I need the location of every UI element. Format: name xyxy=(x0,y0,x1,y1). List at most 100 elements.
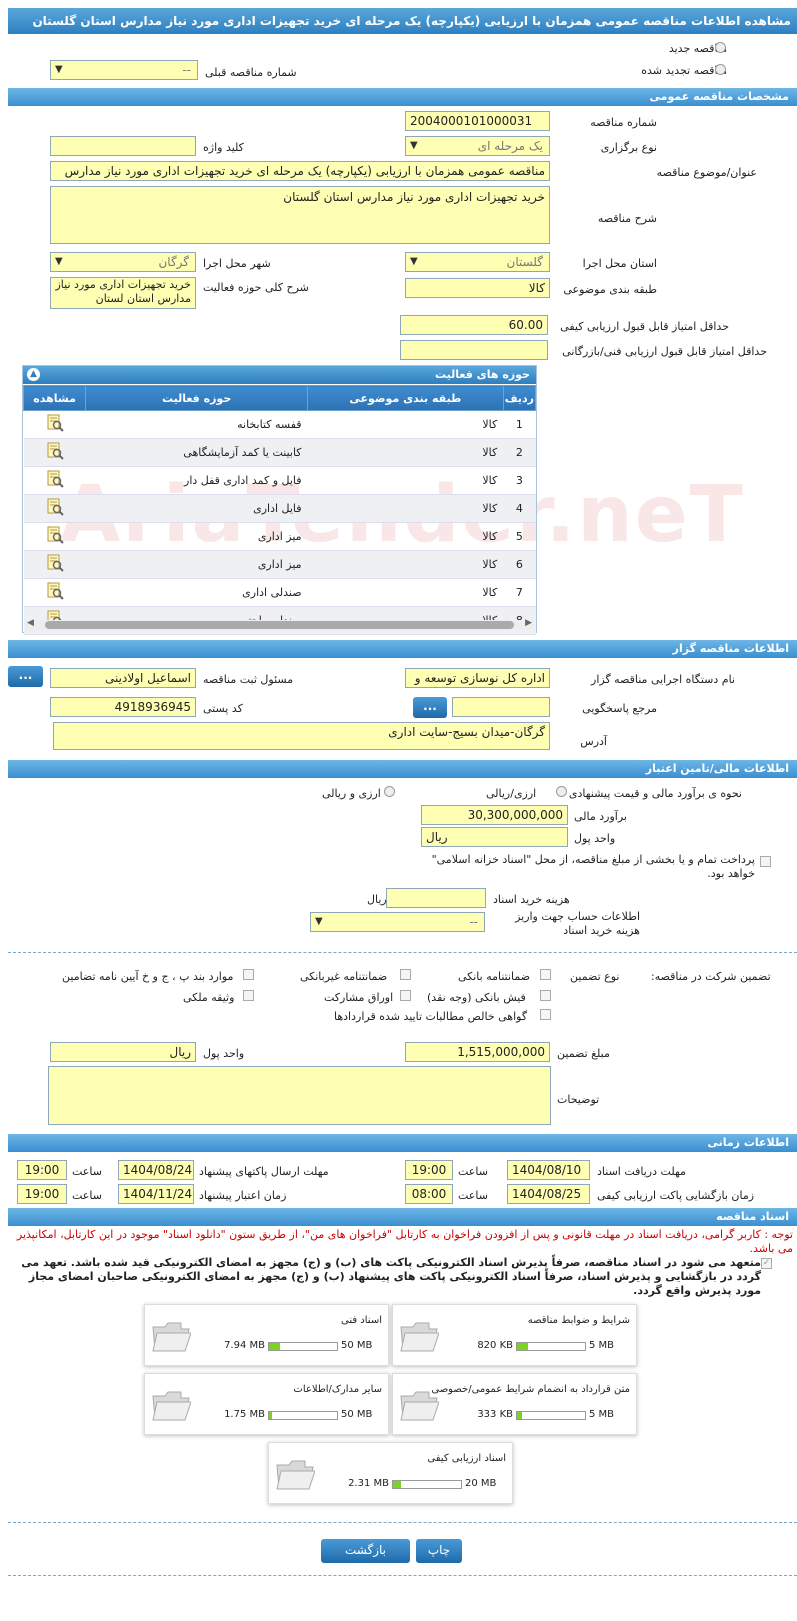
send-time[interactable]: 19:00 xyxy=(17,1160,67,1180)
view-document-icon[interactable] xyxy=(45,526,65,544)
document-card[interactable]: اسناد ارزیابی کیفی 2.31 MB 20 MB xyxy=(268,1442,513,1504)
method-label: نحوه ی برآورد مالی و قیمت پیشنهادی xyxy=(568,787,742,800)
row-view xyxy=(23,550,86,579)
row-field: میز اداری xyxy=(85,522,308,551)
receive-date[interactable]: 1404/08/10 xyxy=(507,1160,590,1180)
treasury-checkbox[interactable] xyxy=(760,856,771,867)
account-select[interactable]: ▼ -- xyxy=(310,912,485,932)
document-size: 2.31 MB xyxy=(348,1478,389,1489)
category-field[interactable]: کالا xyxy=(405,278,550,298)
document-name: سایر مدارک/اطلاعات xyxy=(293,1384,382,1395)
section-documents: اسناد مناقصه xyxy=(8,1208,797,1226)
document-card[interactable]: سایر مدارک/اطلاعات 1.75 MB 50 MB xyxy=(144,1373,389,1435)
subject-field[interactable]: مناقصه عمومی همزمان با ارزیابی (یکپارچه)… xyxy=(50,161,550,181)
view-document-icon[interactable] xyxy=(45,554,65,572)
commit-checkbox[interactable]: ✓ xyxy=(761,1258,772,1269)
prev-number-label: شماره مناقصه قبلی xyxy=(205,66,297,79)
scroll-right-icon[interactable]: ▶ xyxy=(525,618,532,628)
view-document-icon[interactable] xyxy=(45,498,65,516)
horizontal-scrollbar[interactable]: ◀ ▶ xyxy=(25,618,534,630)
document-card[interactable]: اسناد فنی 7.94 MB 50 MB xyxy=(144,1304,389,1366)
row-view xyxy=(23,494,86,523)
min-quality-label: حداقل امتیاز قابل قبول ارزیابی کیفی xyxy=(560,320,729,333)
window-title: مشاهده اطلاعات مناقصه عمومی همزمان با ار… xyxy=(8,8,797,34)
view-document-icon[interactable] xyxy=(45,414,65,432)
chk-bonds[interactable] xyxy=(400,990,411,1001)
row-number: 7 xyxy=(503,578,536,607)
unit-field[interactable]: ریال xyxy=(421,827,568,847)
document-card[interactable]: شرایط و ضوابط مناقصه 820 KB 5 MB xyxy=(392,1304,637,1366)
row-field: فایل و کمد اداری قفل دار xyxy=(85,466,308,495)
view-document-icon[interactable] xyxy=(45,442,65,460)
keyword-field[interactable] xyxy=(50,136,196,156)
responsible-label: مسئول ثبت مناقصه xyxy=(203,673,294,686)
prev-number-select[interactable]: ▼ -- xyxy=(50,60,198,80)
document-name: شرایط و ضوابط مناقصه xyxy=(527,1315,630,1326)
back-button[interactable]: بازگشت xyxy=(321,1539,410,1563)
upload-progress xyxy=(268,1411,338,1420)
folder-icon xyxy=(152,1391,191,1421)
row-number: 3 xyxy=(503,466,536,495)
row-number: 2 xyxy=(503,438,536,467)
chk-property[interactable] xyxy=(243,990,254,1001)
valid-date[interactable]: 1404/11/24 xyxy=(118,1184,194,1204)
divider xyxy=(8,1522,797,1523)
col-view: مشاهده xyxy=(22,385,87,411)
activity-field[interactable]: خرید تجهیزات اداری مورد نیاز مدارس استان… xyxy=(50,277,196,309)
doc-cost-field[interactable] xyxy=(386,888,486,908)
min-tech-field[interactable] xyxy=(400,340,548,360)
view-document-icon[interactable] xyxy=(45,470,65,488)
estimate-field[interactable]: 30,300,000,000 xyxy=(421,805,568,825)
chk-cash-label: فیش بانکی (وجه نقد) xyxy=(427,991,526,1004)
city-select[interactable]: ▼ گرگان xyxy=(50,252,196,272)
more-button[interactable]: ... xyxy=(8,666,43,687)
postal-field[interactable]: 4918936945 xyxy=(50,697,196,717)
print-button[interactable]: چاپ xyxy=(416,1539,462,1563)
activities-panel: حوزه های فعالیت ▲ ردیف طبقه بندی موضوعی … xyxy=(22,365,537,635)
amount-field[interactable]: 1,515,000,000 xyxy=(405,1042,550,1062)
org-field[interactable]: اداره کل نوسازی توسعه و xyxy=(405,668,550,688)
open-time[interactable]: 08:00 xyxy=(405,1184,453,1204)
progress-fill xyxy=(517,1343,528,1350)
responsible-field[interactable]: اسماعیل اولادینی xyxy=(50,668,196,688)
radio-method-2-label: ارزی و ریالی xyxy=(322,787,381,800)
notes-field[interactable] xyxy=(48,1066,551,1125)
scrollbar-thumb[interactable] xyxy=(45,621,514,629)
min-quality-field[interactable]: 60.00 xyxy=(400,315,548,335)
chk-clauses-label: موارد بند پ ، ج و خ آیین نامه تضامین xyxy=(62,970,234,983)
send-date[interactable]: 1404/08/24 xyxy=(118,1160,194,1180)
chk-claims[interactable] xyxy=(540,1009,551,1020)
open-date[interactable]: 1404/08/25 xyxy=(507,1184,590,1204)
radio-renewed[interactable] xyxy=(715,64,726,75)
document-size: 333 KB xyxy=(477,1409,513,1420)
open-label: زمان بازگشایی پاکت ارزیابی کیفی xyxy=(597,1189,755,1202)
collapse-icon[interactable]: ▲ xyxy=(27,368,40,381)
valid-time[interactable]: 19:00 xyxy=(17,1184,67,1204)
province-select[interactable]: ▼ گلستان xyxy=(405,252,550,272)
chk-cash[interactable] xyxy=(540,990,551,1001)
holding-select[interactable]: ▼ یک مرحله ای xyxy=(405,136,550,156)
address-field[interactable]: گرگان-میدان بسیج-سایت اداری xyxy=(53,722,550,750)
guarantee-unit-field[interactable]: ریال xyxy=(50,1042,196,1062)
table-row: 7 کالا صندلی اداری xyxy=(23,578,536,607)
radio-method-1[interactable] xyxy=(556,786,567,797)
chk-nonbank-guarantee[interactable] xyxy=(400,969,411,980)
document-max-size: 5 MB xyxy=(589,1409,615,1420)
desc-field[interactable]: خرید تجهیزات اداری مورد نیاز مدارس استان… xyxy=(50,186,550,244)
view-document-icon[interactable] xyxy=(45,582,65,600)
chk-clauses[interactable] xyxy=(243,969,254,980)
row-field: کابینت یا کمد آزمایشگاهی xyxy=(85,438,308,467)
table-row: 3 کالا فایل و کمد اداری قفل دار xyxy=(23,466,536,495)
scroll-left-icon[interactable]: ◀ xyxy=(27,618,34,628)
radio-new[interactable] xyxy=(715,42,726,53)
send-time-label: ساعت xyxy=(72,1165,102,1178)
ref-lookup-button[interactable]: ... xyxy=(413,697,447,718)
document-card[interactable]: متن قرارداد به انضمام شرایط عمومی/خصوصی 3… xyxy=(392,1373,637,1435)
ref-field[interactable] xyxy=(452,697,550,717)
receive-time[interactable]: 19:00 xyxy=(405,1160,453,1180)
min-tech-label: حداقل امتیاز قابل قبول ارزیابی فنی/بازرگ… xyxy=(562,345,767,358)
radio-method-2[interactable] xyxy=(384,786,395,797)
section-organizer: اطلاعات مناقصه گزار xyxy=(8,640,797,658)
number-field[interactable]: 2004000101000031 xyxy=(405,111,550,131)
chk-bank-guarantee[interactable] xyxy=(540,969,551,980)
